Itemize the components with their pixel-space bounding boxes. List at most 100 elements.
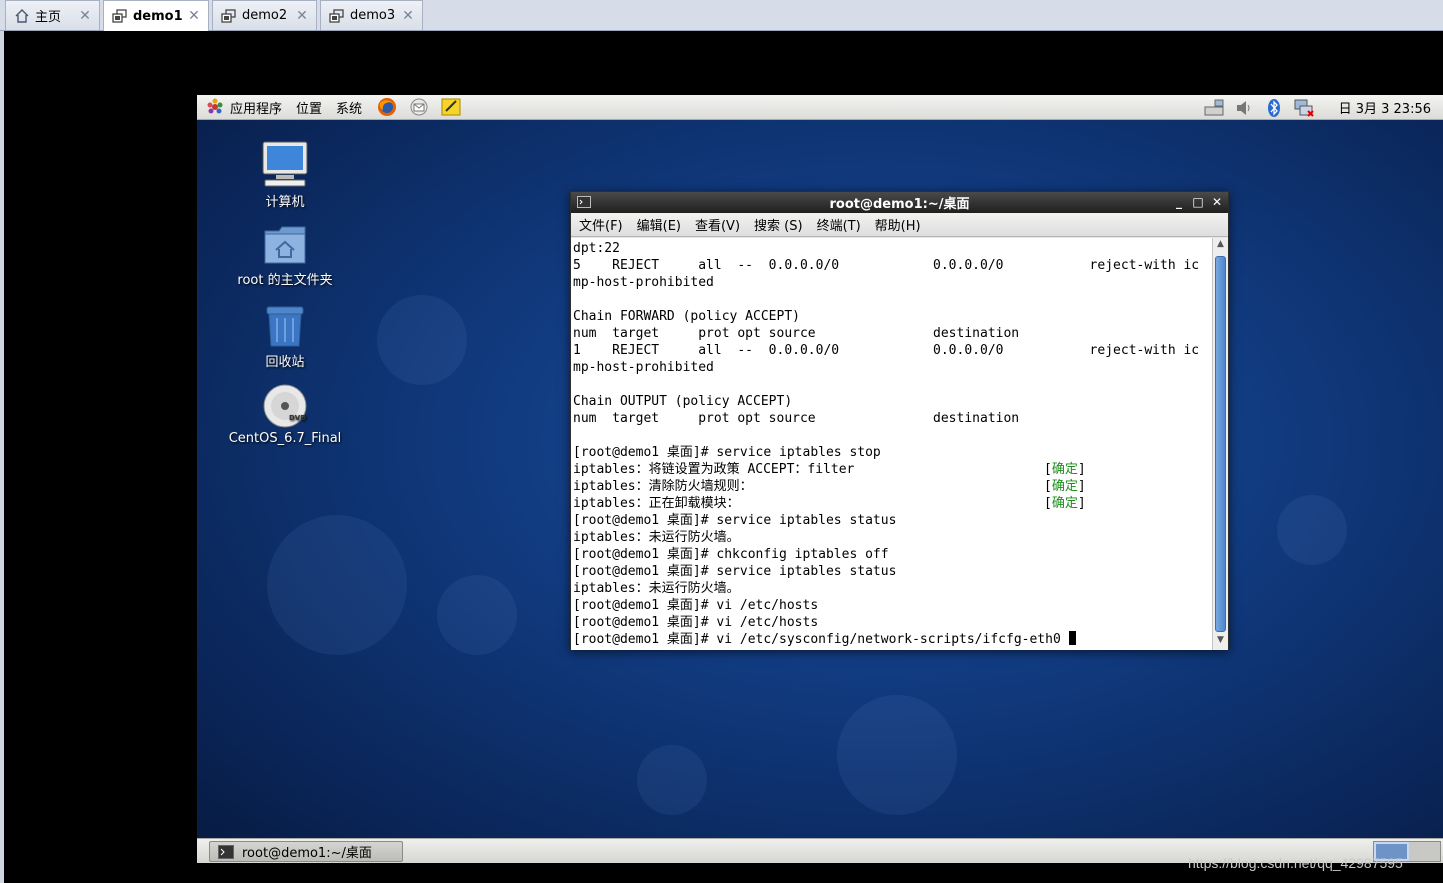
terminal-line: num target prot opt source destination [573, 410, 1210, 427]
terminal-line: dpt:22 [573, 240, 1210, 257]
panel-clock[interactable]: 日 3月 3 23:56 [1339, 98, 1431, 117]
tab-demo2[interactable]: demo2 ✕ [212, 0, 317, 30]
desktop-icon-label: 回收站 [265, 355, 305, 370]
workspace-2[interactable] [1409, 842, 1440, 861]
terminal-line-text: iptables：未运行防火墙。 [573, 581, 740, 596]
desktop-icon-label: 计算机 [265, 195, 305, 210]
scroll-thumb[interactable] [1215, 256, 1226, 632]
menu-system[interactable]: 系统 [336, 98, 362, 117]
menu-places[interactable]: 位置 [296, 98, 322, 117]
wallpaper-bokeh [267, 515, 407, 655]
terminal-line-text: mp-host-prohibited [573, 360, 714, 375]
close-icon[interactable]: ✕ [400, 8, 416, 24]
menu-search[interactable]: 搜索 (S) [754, 215, 803, 234]
desktop-icon-dvd[interactable]: DVD CentOS_6.7_Final [220, 383, 350, 446]
firefox-icon[interactable] [376, 97, 398, 117]
scroll-down-icon[interactable]: ▼ [1213, 635, 1228, 649]
terminal-line: iptables：未运行防火墙。 [573, 580, 1210, 597]
network-disconnected-icon[interactable] [1293, 98, 1315, 118]
host-frame [0, 31, 4, 883]
home-icon [14, 8, 30, 24]
terminal-line-text: num target prot opt source destination [573, 411, 1020, 426]
dvd-icon: DVD [263, 384, 307, 428]
terminal-line-text: [root@demo1 桌面]# service iptables stop [573, 445, 881, 460]
terminal-line: iptables：将链设置为政策 ACCEPT：filter [确定] [573, 461, 1210, 478]
terminal-line-text: iptables：将链设置为政策 ACCEPT：filter [573, 462, 855, 477]
tab-demo1[interactable]: demo1 ✕ [103, 0, 209, 31]
close-icon[interactable]: ✕ [1209, 194, 1225, 210]
terminal-line: [root@demo1 桌面]# chkconfig iptables off [573, 546, 1210, 563]
computer-icon [262, 141, 308, 187]
status-ok-text: 确定 [1051, 496, 1078, 511]
terminal-menubar: 文件(F) 编辑(E) 查看(V) 搜索 (S) 终端(T) 帮助(H) [571, 213, 1228, 237]
terminal-line: [root@demo1 桌面]# service iptables status [573, 563, 1210, 580]
desktop-icon-home-folder[interactable]: root 的主文件夹 [220, 223, 350, 288]
terminal-output[interactable]: dpt:22 5 REJECT all -- 0.0.0.0/0 0.0.0.0/… [571, 238, 1212, 650]
terminal-line-text: [root@demo1 桌面]# vi /etc/sysconfig/netwo… [573, 632, 1069, 647]
terminal-line: 5 REJECT all -- 0.0.0.0/0 0.0.0.0/0 reje… [573, 257, 1210, 274]
menu-applications[interactable]: 应用程序 [230, 98, 282, 117]
terminal-line: iptables：未运行防火墙。 [573, 529, 1210, 546]
terminal-titlebar[interactable]: root@demo1:~/桌面 _ □ ✕ [571, 192, 1228, 213]
scroll-up-icon[interactable]: ▲ [1213, 239, 1228, 253]
menu-file[interactable]: 文件(F) [579, 215, 623, 234]
close-icon[interactable]: ✕ [186, 8, 202, 24]
guest-desktop[interactable]: 应用程序 位置 系统 日 3月 3 23:56 计算机 root 的主文件夹 回… [197, 95, 1443, 863]
top-panel: 应用程序 位置 系统 日 3月 3 23:56 [197, 95, 1443, 120]
terminal-line: iptables：正在卸载模块： [确定] [573, 495, 1210, 512]
terminal-line-text: [root@demo1 桌面]# service iptables status [573, 513, 897, 528]
menu-help[interactable]: 帮助(H) [875, 215, 921, 234]
terminal-window[interactable]: root@demo1:~/桌面 _ □ ✕ 文件(F) 编辑(E) 查看(V) … [570, 191, 1229, 650]
desktop-icon-trash[interactable]: 回收站 [220, 303, 350, 370]
tab-label: demo2 [242, 8, 288, 23]
terminal-line: mp-host-prohibited [573, 359, 1210, 376]
bluetooth-icon[interactable] [1263, 98, 1285, 118]
vm-icon [112, 8, 128, 24]
terminal-line: [root@demo1 桌面]# vi /etc/hosts [573, 597, 1210, 614]
taskbar-button-label: root@demo1:~/桌面 [242, 846, 372, 861]
terminal-line-text: mp-host-prohibited [573, 275, 714, 290]
desktop-icon-label: CentOS_6.7_Final [228, 431, 342, 446]
terminal-line-text: Chain FORWARD (policy ACCEPT) [573, 309, 800, 324]
terminal-line: iptables：清除防火墙规则： [确定] [573, 478, 1210, 495]
close-icon[interactable]: ✕ [77, 8, 93, 24]
vm-icon [329, 8, 345, 24]
mail-icon[interactable] [408, 97, 430, 117]
network-icon[interactable] [1203, 98, 1225, 118]
terminal-line-text: dpt:22 [573, 241, 620, 256]
tab-demo3[interactable]: demo3 ✕ [320, 0, 423, 30]
wallpaper-bokeh [377, 295, 467, 385]
bracket-open: [ [1044, 496, 1052, 511]
bracket-close: ] [1077, 462, 1086, 477]
terminal-scrollbar[interactable]: ▲ ▼ [1212, 238, 1228, 650]
bracket-open: [ [1044, 479, 1052, 494]
host-tab-bar: 主页 ✕ demo1 ✕ demo2 ✕ demo3 ✕ [0, 0, 1443, 31]
notes-icon[interactable] [440, 97, 462, 117]
terminal-line: Chain FORWARD (policy ACCEPT) [573, 308, 1210, 325]
bracket-close: ] [1077, 479, 1086, 494]
desktop-icon-computer[interactable]: 计算机 [220, 139, 350, 210]
menu-terminal[interactable]: 终端(T) [817, 215, 861, 234]
terminal-line: [root@demo1 桌面]# service iptables stop [573, 444, 1210, 461]
terminal-line-text: iptables：未运行防火墙。 [573, 530, 740, 545]
taskbar-terminal-button[interactable]: root@demo1:~/桌面 [209, 841, 403, 862]
menu-view[interactable]: 查看(V) [695, 215, 740, 234]
status-ok-marker: [确定] [1044, 461, 1086, 478]
terminal-line: [root@demo1 桌面]# service iptables status [573, 512, 1210, 529]
status-ok-text: 确定 [1051, 462, 1078, 477]
terminal-line-text: [root@demo1 桌面]# vi /etc/hosts [573, 615, 819, 630]
tab-label: demo1 [133, 8, 183, 24]
tab-home[interactable]: 主页 ✕ [5, 0, 100, 30]
menu-edit[interactable]: 编辑(E) [637, 215, 681, 234]
tab-label: 主页 [35, 10, 62, 25]
minimize-icon[interactable]: _ [1171, 194, 1187, 210]
text-cursor [1068, 631, 1076, 645]
maximize-icon[interactable]: □ [1190, 194, 1206, 210]
trash-icon [266, 306, 304, 347]
close-icon[interactable]: ✕ [294, 8, 310, 24]
main-menu: 应用程序 位置 系统 [205, 97, 472, 117]
terminal-line: [root@demo1 桌面]# vi /etc/sysconfig/netwo… [573, 631, 1210, 648]
volume-icon[interactable] [1233, 98, 1255, 118]
